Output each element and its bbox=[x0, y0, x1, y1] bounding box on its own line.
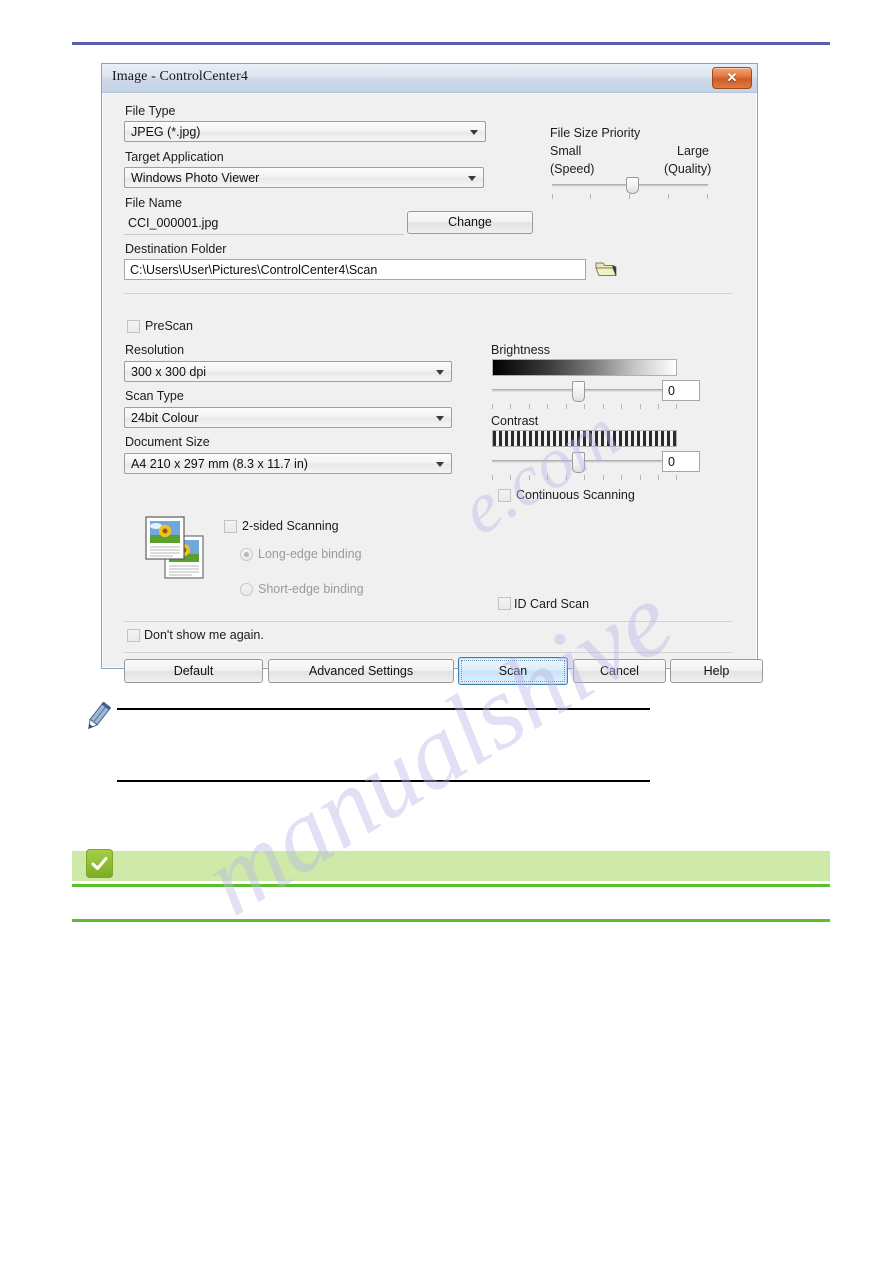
close-button[interactable]: ✕ bbox=[712, 67, 752, 89]
browse-folder-button[interactable] bbox=[594, 258, 618, 280]
file-size-priority-title: File Size Priority bbox=[550, 126, 641, 140]
scan-type-value: 24bit Colour bbox=[131, 411, 199, 425]
dont-show-again-label: Don't show me again. bbox=[144, 628, 264, 642]
destination-folder-value: C:\Users\User\Pictures\ControlCenter4\Sc… bbox=[130, 263, 378, 277]
scan-button-label: Scan bbox=[498, 664, 528, 678]
section-divider-top bbox=[124, 293, 732, 294]
close-icon: ✕ bbox=[726, 70, 738, 85]
footer-divider bbox=[124, 652, 732, 653]
brightness-label: Brightness bbox=[491, 343, 551, 357]
destination-folder-label: Destination Folder bbox=[125, 242, 227, 256]
change-button-label: Change bbox=[448, 215, 492, 229]
chevron-down-icon bbox=[436, 370, 444, 375]
dialog-titlebar: Image - ControlCenter4 ✕ bbox=[102, 64, 757, 93]
bottom-green-divider bbox=[72, 919, 830, 922]
document-size-value: A4 210 x 297 mm (8.3 x 11.7 in) bbox=[131, 457, 308, 471]
contrast-label: Contrast bbox=[491, 414, 539, 428]
brightness-gradient-bar bbox=[492, 359, 677, 376]
target-application-value: Windows Photo Viewer bbox=[131, 171, 260, 185]
target-application-select[interactable]: Windows Photo Viewer bbox=[124, 167, 484, 188]
brightness-slider-thumb[interactable] bbox=[572, 381, 585, 402]
brightness-value: 0 bbox=[668, 384, 675, 398]
tip-banner bbox=[72, 851, 830, 881]
destination-folder-input[interactable]: C:\Users\User\Pictures\ControlCenter4\Sc… bbox=[124, 259, 586, 280]
file-size-priority-small-label: Small bbox=[550, 144, 582, 158]
help-button-label: Help bbox=[703, 664, 730, 678]
id-card-scan-checkbox[interactable] bbox=[498, 597, 511, 610]
note-top-rule bbox=[117, 708, 650, 710]
dont-show-again-checkbox[interactable] bbox=[127, 629, 140, 642]
file-size-priority-slider-thumb[interactable] bbox=[626, 177, 639, 194]
dialog-body: File Type JPEG (*.jpg) Target Applicatio… bbox=[102, 93, 763, 685]
cancel-button-label: Cancel bbox=[600, 664, 639, 678]
brightness-ticks bbox=[492, 404, 677, 410]
cancel-button[interactable]: Cancel bbox=[573, 659, 666, 683]
tip-banner-underline bbox=[72, 884, 830, 887]
target-application-label: Target Application bbox=[125, 150, 224, 164]
prescan-checkbox[interactable] bbox=[127, 320, 140, 333]
green-check-icon bbox=[86, 849, 113, 878]
brightness-value-input[interactable]: 0 bbox=[662, 380, 700, 401]
scan-type-select[interactable]: 24bit Colour bbox=[124, 407, 452, 428]
id-card-scan-label: ID Card Scan bbox=[514, 597, 590, 611]
contrast-value: 0 bbox=[668, 455, 675, 469]
file-type-select[interactable]: JPEG (*.jpg) bbox=[124, 121, 486, 142]
file-name-value: CCI_000001.jpg bbox=[128, 216, 219, 230]
document-size-label: Document Size bbox=[125, 435, 210, 449]
two-sided-scanning-checkbox[interactable] bbox=[224, 520, 237, 533]
change-button[interactable]: Change bbox=[407, 211, 533, 234]
continuous-scanning-checkbox[interactable] bbox=[498, 489, 511, 502]
folder-icon bbox=[595, 262, 617, 276]
pencil-note-icon bbox=[82, 700, 112, 734]
chevron-down-icon bbox=[470, 130, 478, 135]
file-type-label: File Type bbox=[125, 104, 176, 118]
chevron-down-icon bbox=[468, 176, 476, 181]
file-type-value: JPEG (*.jpg) bbox=[131, 125, 201, 139]
scan-type-label: Scan Type bbox=[125, 389, 184, 403]
dialog-title: Image - ControlCenter4 bbox=[112, 69, 248, 84]
chevron-down-icon bbox=[436, 416, 444, 421]
default-button[interactable]: Default bbox=[124, 659, 263, 683]
short-edge-binding-label: Short-edge binding bbox=[258, 582, 364, 596]
document-pages-icon bbox=[142, 514, 210, 580]
default-button-label: Default bbox=[173, 664, 214, 678]
contrast-value-input[interactable]: 0 bbox=[662, 451, 700, 472]
advanced-settings-button-label: Advanced Settings bbox=[308, 664, 414, 678]
resolution-label: Resolution bbox=[125, 343, 185, 357]
help-button[interactable]: Help bbox=[670, 659, 763, 683]
resolution-select[interactable]: 300 x 300 dpi bbox=[124, 361, 452, 382]
file-size-priority-quality-label: (Quality) bbox=[664, 162, 712, 176]
section-divider-bottom bbox=[124, 621, 732, 622]
chevron-down-icon bbox=[436, 462, 444, 467]
top-blue-divider bbox=[72, 42, 830, 45]
controlcenter4-image-dialog: Image - ControlCenter4 ✕ File Type JPEG … bbox=[101, 63, 763, 685]
file-size-priority-speed-label: (Speed) bbox=[550, 162, 595, 176]
long-edge-binding-radio[interactable] bbox=[240, 548, 253, 561]
contrast-stripe-bar bbox=[492, 430, 677, 447]
scan-button[interactable]: Scan bbox=[458, 657, 568, 685]
file-size-priority-ticks bbox=[552, 194, 708, 200]
contrast-slider-thumb[interactable] bbox=[572, 452, 585, 473]
advanced-settings-button[interactable]: Advanced Settings bbox=[268, 659, 454, 683]
note-bottom-rule bbox=[117, 780, 650, 782]
two-sided-scanning-label: 2-sided Scanning bbox=[242, 519, 339, 533]
resolution-value: 300 x 300 dpi bbox=[131, 365, 207, 379]
short-edge-binding-radio[interactable] bbox=[240, 583, 253, 596]
file-size-priority-large-label: Large bbox=[677, 144, 709, 158]
contrast-ticks bbox=[492, 475, 677, 481]
prescan-label: PreScan bbox=[145, 319, 193, 333]
long-edge-binding-label: Long-edge binding bbox=[258, 547, 362, 561]
document-size-select[interactable]: A4 210 x 297 mm (8.3 x 11.7 in) bbox=[124, 453, 452, 474]
file-name-label: File Name bbox=[125, 196, 182, 210]
file-name-input[interactable]: CCI_000001.jpg bbox=[124, 213, 404, 235]
continuous-scanning-label: Continuous Scanning bbox=[516, 488, 635, 502]
